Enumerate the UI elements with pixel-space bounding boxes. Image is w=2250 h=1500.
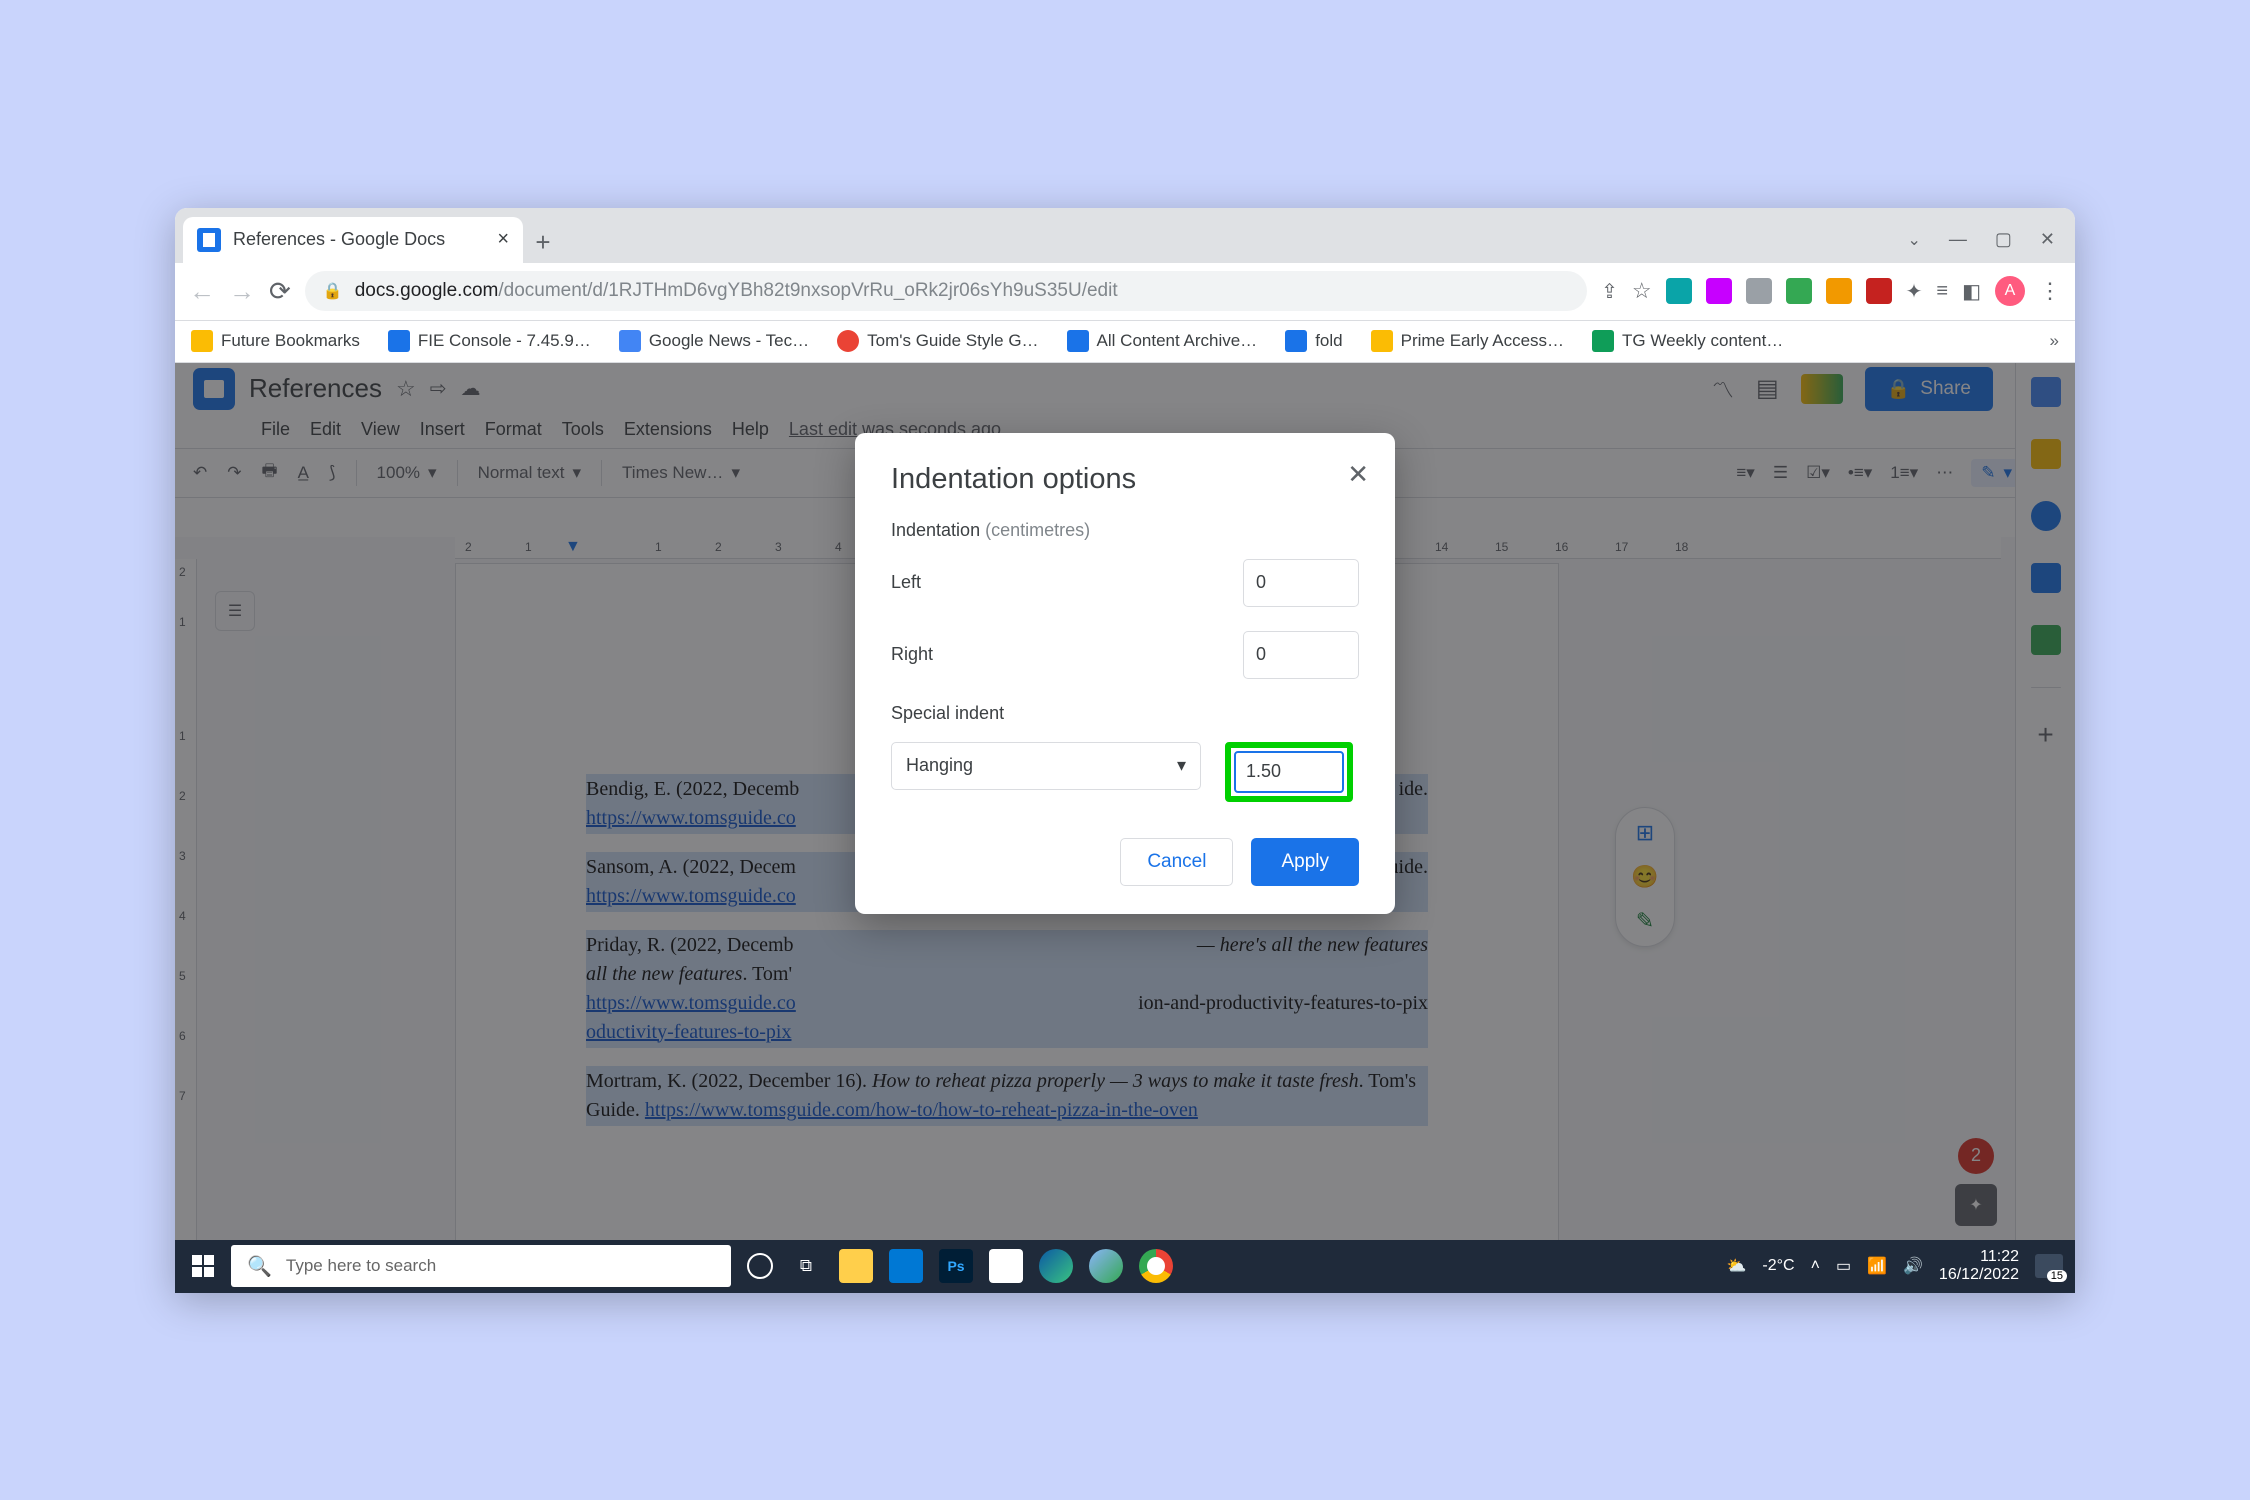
chevron-down-icon: ▾ [1177, 755, 1186, 776]
dialog-close-icon[interactable]: ✕ [1347, 459, 1369, 490]
search-icon: 🔍 [247, 1254, 272, 1279]
bookmark-item[interactable]: Google News - Tec… [619, 330, 809, 352]
docs-app: References ☆ ⇨ ☁ 〽 ▤ 🔒Share A File Edit … [175, 363, 2075, 1240]
docs-favicon [197, 228, 221, 252]
close-window-icon[interactable]: ✕ [2040, 229, 2055, 250]
bookmark-item[interactable]: All Content Archive… [1067, 330, 1258, 352]
battery-icon[interactable]: ▭ [1836, 1256, 1851, 1276]
weather-icon[interactable]: ⛅ [1727, 1256, 1747, 1276]
extension-icon[interactable] [1866, 278, 1892, 304]
side-panel-icon[interactable]: ◧ [1962, 279, 1981, 304]
extension-icon[interactable] [1786, 278, 1812, 304]
forward-icon: → [229, 276, 255, 307]
right-indent-label: Right [891, 644, 933, 665]
profile-avatar[interactable]: A [1995, 276, 2025, 306]
window-controls: ⌄ — ▢ ✕ [1907, 217, 2067, 263]
file-explorer-icon[interactable] [839, 1249, 873, 1283]
bookmarks-overflow-icon[interactable]: » [2050, 331, 2059, 351]
system-tray: ⛅ -2°C ˄ ▭ 📶 🔊 11:22 16/12/2022 15 [1727, 1248, 2076, 1285]
temperature-label[interactable]: -2°C [1762, 1257, 1794, 1275]
start-button[interactable] [175, 1240, 231, 1293]
share-page-icon[interactable]: ⇪ [1601, 279, 1618, 304]
left-indent-label: Left [891, 572, 921, 593]
url-input[interactable]: 🔒 docs.google.com/document/d/1RJTHmD6vgY… [305, 271, 1587, 311]
bookmark-label: All Content Archive… [1097, 331, 1258, 351]
extension-icon[interactable] [1706, 278, 1732, 304]
extensions-row: ⇪ ☆ ✦ ≡ ◧ A ⋮ [1601, 276, 2061, 306]
indentation-options-dialog: Indentation options ✕ Indentation (centi… [855, 433, 1395, 914]
bookmark-item[interactable]: Future Bookmarks [191, 330, 360, 352]
browser-tabstrip: References - Google Docs × + ⌄ — ▢ ✕ [175, 208, 2075, 263]
left-indent-input[interactable]: 0 [1243, 559, 1359, 607]
annotation-highlight [1225, 742, 1353, 802]
tab-close-icon[interactable]: × [497, 228, 509, 251]
action-center-icon[interactable]: 15 [2035, 1254, 2063, 1278]
extensions-puzzle-icon[interactable]: ✦ [1906, 279, 1923, 304]
bookmarks-bar: Future Bookmarks FIE Console - 7.45.9… G… [175, 321, 2075, 363]
special-indent-amount-input[interactable] [1234, 751, 1344, 793]
mail-icon[interactable] [889, 1249, 923, 1283]
bookmark-label: Tom's Guide Style G… [867, 331, 1038, 351]
bookmark-star-icon[interactable]: ☆ [1632, 278, 1652, 304]
bookmark-label: Google News - Tec… [649, 331, 809, 351]
bookmark-label: TG Weekly content… [1622, 331, 1783, 351]
minimize-icon[interactable]: — [1949, 229, 1967, 250]
volume-icon[interactable]: 🔊 [1903, 1256, 1923, 1276]
extension-icon[interactable] [1826, 278, 1852, 304]
windows-taskbar: 🔍 Type here to search ⧉ Ps ⛅ -2°C ˄ ▭ 📶 … [175, 1240, 2075, 1293]
apply-button[interactable]: Apply [1251, 838, 1359, 886]
time-label: 11:22 [1939, 1248, 2019, 1266]
wifi-icon[interactable]: 📶 [1867, 1256, 1887, 1276]
clock[interactable]: 11:22 16/12/2022 [1939, 1248, 2019, 1285]
address-bar: ← → ⟳ 🔒 docs.google.com/document/d/1RJTH… [175, 263, 2075, 321]
chrome-menu-icon[interactable]: ⋮ [2039, 278, 2061, 304]
search-placeholder: Type here to search [286, 1256, 436, 1276]
bookmark-label: fold [1315, 331, 1342, 351]
indentation-section-label: Indentation (centimetres) [891, 520, 1359, 541]
extension-icon[interactable] [1666, 278, 1692, 304]
special-indent-dropdown[interactable]: Hanging ▾ [891, 742, 1201, 790]
screenshot-window: References - Google Docs × + ⌄ — ▢ ✕ ← →… [175, 208, 2075, 1293]
reading-list-icon[interactable]: ≡ [1936, 280, 1948, 303]
microsoft-store-icon[interactable] [989, 1249, 1023, 1283]
date-label: 16/12/2022 [1939, 1266, 2019, 1284]
right-indent-input[interactable]: 0 [1243, 631, 1359, 679]
app-icon[interactable] [1089, 1249, 1123, 1283]
dialog-title: Indentation options [891, 463, 1359, 496]
bookmark-item[interactable]: fold [1285, 330, 1342, 352]
bookmark-item[interactable]: Prime Early Access… [1371, 330, 1564, 352]
tab-search-icon[interactable]: ⌄ [1907, 230, 1920, 250]
special-indent-value: Hanging [906, 755, 973, 776]
reload-icon[interactable]: ⟳ [269, 276, 291, 307]
browser-tab[interactable]: References - Google Docs × [183, 217, 523, 263]
bookmark-label: Prime Early Access… [1401, 331, 1564, 351]
bookmark-label: FIE Console - 7.45.9… [418, 331, 591, 351]
tab-title: References - Google Docs [233, 229, 445, 250]
windows-logo-icon [192, 1255, 214, 1277]
edge-icon[interactable] [1039, 1249, 1073, 1283]
chrome-icon[interactable] [1139, 1249, 1173, 1283]
bookmark-item[interactable]: Tom's Guide Style G… [837, 330, 1038, 352]
bookmark-label: Future Bookmarks [221, 331, 360, 351]
maximize-icon[interactable]: ▢ [1995, 229, 2012, 250]
url-host: docs.google.com [355, 280, 499, 301]
special-indent-label: Special indent [891, 703, 1359, 724]
tray-expand-icon[interactable]: ˄ [1811, 1257, 1820, 1275]
lock-icon: 🔒 [323, 281, 343, 301]
photoshop-icon[interactable]: Ps [939, 1249, 973, 1283]
cortana-icon[interactable] [747, 1253, 773, 1279]
taskbar-search-input[interactable]: 🔍 Type here to search [231, 1245, 731, 1287]
task-view-icon[interactable]: ⧉ [789, 1249, 823, 1283]
bookmark-item[interactable]: TG Weekly content… [1592, 330, 1783, 352]
bookmark-item[interactable]: FIE Console - 7.45.9… [388, 330, 591, 352]
cancel-button[interactable]: Cancel [1120, 838, 1233, 886]
new-tab-button[interactable]: + [523, 223, 563, 263]
extension-icon[interactable] [1746, 278, 1772, 304]
back-icon[interactable]: ← [189, 276, 215, 307]
url-path: /document/d/1RJTHmD6vgYBh82t9nxsopVrRu_o… [498, 280, 1117, 301]
